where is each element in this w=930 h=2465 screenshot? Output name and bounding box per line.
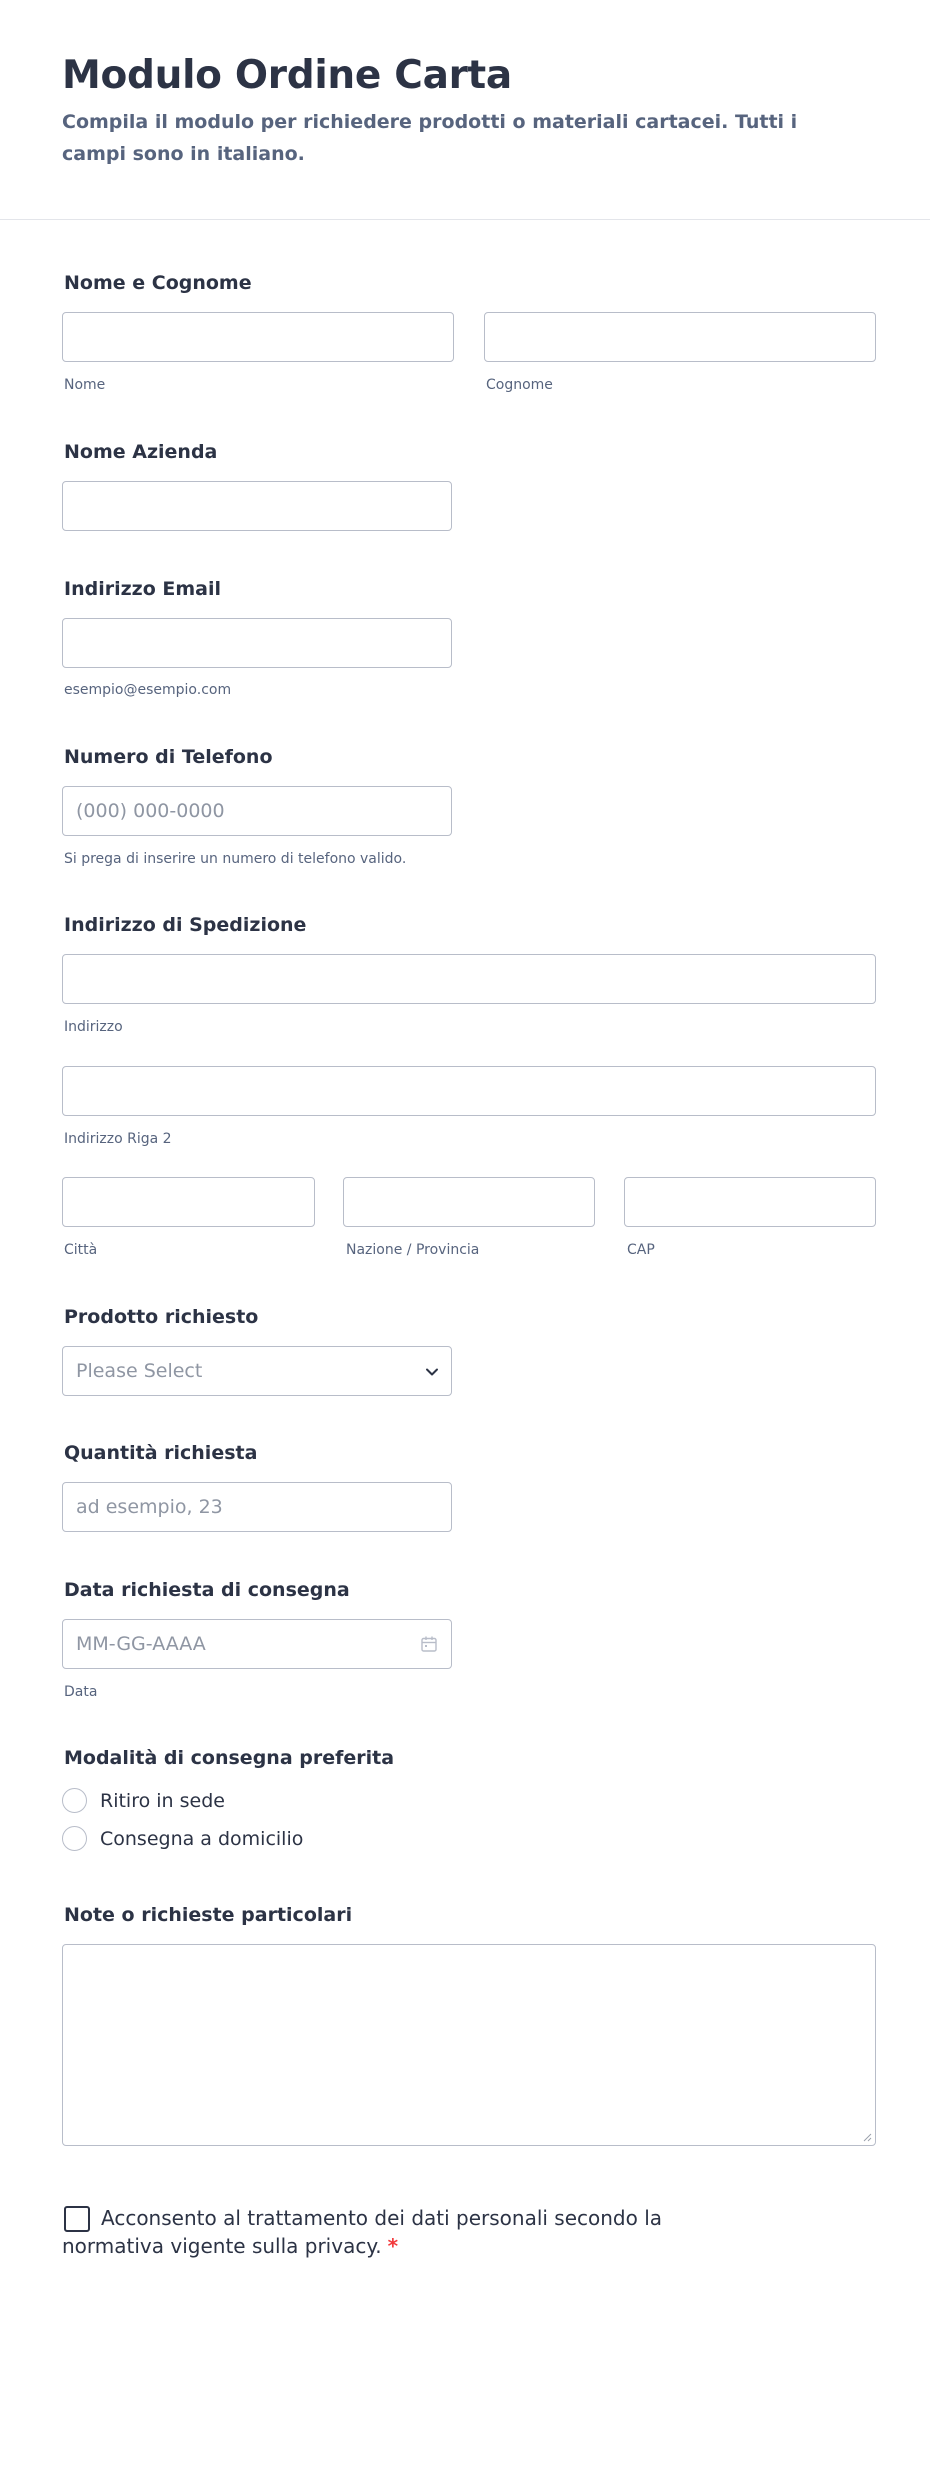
address-line1-input[interactable] [62, 954, 876, 1004]
radio-home-delivery[interactable] [62, 1826, 87, 1851]
product-placeholder: Please Select [76, 1360, 203, 1382]
delivery-mode-label: Modalità di consegna preferita [64, 1747, 395, 1769]
delivery-date-label: Data richiesta di consegna [64, 1579, 350, 1601]
delivery-date-input[interactable]: MM-GG-AAAA [62, 1619, 452, 1669]
company-label: Nome Azienda [64, 441, 218, 463]
quantity-placeholder: ad esempio, 23 [76, 1496, 223, 1518]
header-divider [0, 219, 930, 220]
chevron-down-icon [426, 1368, 438, 1376]
notes-textarea[interactable] [62, 1944, 876, 2146]
email-sublabel: esempio@esempio.com [64, 682, 232, 698]
first-name-sublabel: Nome [64, 377, 106, 393]
form-subtitle: Compila il modulo per richiedere prodott… [62, 111, 798, 165]
phone-placeholder: (000) 000-0000 [76, 800, 225, 822]
company-input[interactable] [62, 481, 452, 531]
notes-label: Note o richieste particolari [64, 1904, 353, 1926]
last-name-input[interactable] [484, 312, 876, 362]
radio-pickup-label[interactable]: Ritiro in sede [100, 1789, 225, 1813]
radio-home-delivery-label[interactable]: Consegna a domicilio [100, 1827, 303, 1851]
email-label: Indirizzo Email [64, 578, 222, 600]
resize-grip-icon[interactable] [862, 2132, 872, 2142]
consent-label: Acconsento al trattamento dei dati perso… [62, 2206, 663, 2258]
form-title: Modulo Ordine Carta [62, 53, 512, 98]
full-name-label: Nome e Cognome [64, 272, 252, 294]
state-input[interactable] [343, 1177, 595, 1227]
quantity-input[interactable]: ad esempio, 23 [62, 1482, 452, 1532]
quantity-label: Quantità richiesta [64, 1442, 258, 1464]
last-name-sublabel: Cognome [486, 377, 553, 393]
phone-label: Numero di Telefono [64, 746, 273, 768]
address-line2-input[interactable] [62, 1066, 876, 1116]
first-name-input[interactable] [62, 312, 454, 362]
city-input[interactable] [62, 1177, 315, 1227]
delivery-date-placeholder: MM-GG-AAAA [76, 1633, 206, 1655]
product-label: Prodotto richiesto [64, 1306, 259, 1328]
form-header: Modulo Ordine Carta Compila il modulo pe… [62, 52, 862, 170]
city-sublabel: Città [64, 1242, 98, 1258]
consent-text: Acconsento al trattamento dei dati perso… [62, 2204, 762, 2260]
calendar-icon[interactable] [420, 1635, 438, 1653]
email-input[interactable] [62, 618, 452, 668]
phone-sublabel: Si prega di inserire un numero di telefo… [64, 851, 407, 867]
address-line2-sublabel: Indirizzo Riga 2 [64, 1131, 172, 1147]
address-label: Indirizzo di Spedizione [64, 914, 307, 936]
zip-sublabel: CAP [627, 1242, 655, 1258]
address-line1-sublabel: Indirizzo [64, 1019, 123, 1035]
delivery-date-sublabel: Data [64, 1684, 98, 1700]
product-select[interactable]: Please Select [62, 1346, 452, 1396]
phone-input[interactable]: (000) 000-0000 [62, 786, 452, 836]
zip-input[interactable] [624, 1177, 876, 1227]
required-asterisk: * [387, 2234, 399, 2258]
radio-pickup[interactable] [62, 1788, 87, 1813]
state-sublabel: Nazione / Provincia [346, 1242, 480, 1258]
